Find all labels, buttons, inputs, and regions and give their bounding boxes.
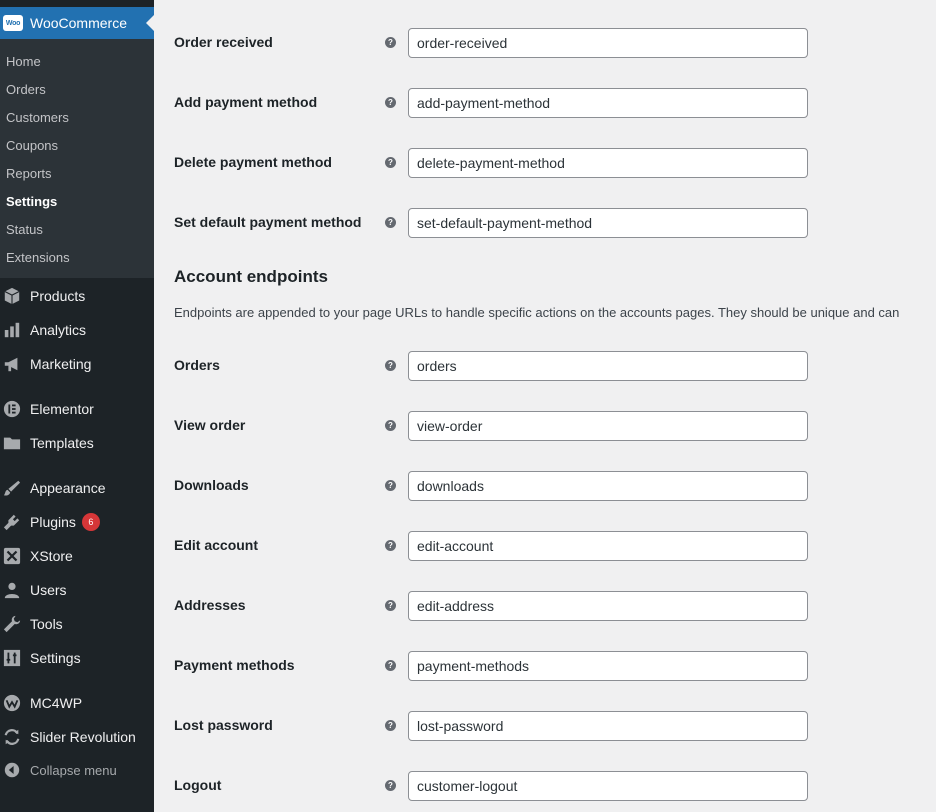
wrench-icon	[2, 614, 22, 634]
submenu-item-reports[interactable]: Reports	[6, 166, 52, 181]
menu-label-analytics: Analytics	[30, 322, 87, 338]
section-title-account-endpoints: Account endpoints	[174, 267, 328, 286]
menu-label-slider-revolution: Slider Revolution	[30, 729, 136, 745]
set-default-payment-method-endpoint-input[interactable]	[408, 208, 808, 238]
field-label-payment-methods: Payment methods	[174, 657, 295, 673]
addresses-endpoint-input[interactable]	[408, 591, 808, 621]
menu-item-tools[interactable]: Tools	[0, 607, 154, 641]
orders-endpoint-input[interactable]	[408, 351, 808, 381]
xstore-icon	[2, 546, 22, 566]
help-tip-icon[interactable]: ?	[385, 660, 396, 671]
field-label-addresses: Addresses	[174, 597, 246, 613]
menu-item-appearance[interactable]: Appearance	[0, 471, 154, 505]
menu-label-appearance: Appearance	[30, 480, 106, 496]
help-tip-icon[interactable]: ?	[385, 217, 396, 228]
help-tip-icon[interactable]: ?	[385, 97, 396, 108]
collapse-menu-button[interactable]: Collapse menu	[0, 753, 154, 787]
menu-item-woocommerce[interactable]: Woo WooCommerce	[0, 7, 154, 39]
menu-item-slider-revolution[interactable]: Slider Revolution	[0, 720, 154, 754]
paintbrush-icon	[2, 478, 22, 498]
submenu-item-extensions[interactable]: Extensions	[6, 250, 70, 265]
submenu-item-home[interactable]: Home	[6, 54, 41, 69]
submenu-item-status[interactable]: Status	[6, 222, 43, 237]
menu-label-marketing: Marketing	[30, 356, 92, 372]
plugins-update-badge: 6	[81, 513, 100, 531]
menu-label-collapse: Collapse menu	[30, 762, 117, 778]
view-order-endpoint-input[interactable]	[408, 411, 808, 441]
elementor-icon	[2, 399, 22, 419]
section-description: Endpoints are appended to your page URLs…	[174, 305, 900, 320]
menu-item-xstore[interactable]: XStore	[0, 539, 154, 573]
menu-item-plugins[interactable]: Plugins 6	[0, 505, 154, 539]
field-label-lost-password: Lost password	[174, 717, 273, 733]
folder-icon	[2, 433, 22, 453]
cube-icon	[2, 286, 22, 306]
menu-item-mc4wp[interactable]: MC4WP	[0, 686, 154, 720]
menu-label-xstore: XStore	[30, 548, 73, 564]
logout-endpoint-input[interactable]	[408, 771, 808, 801]
menu-label-woocommerce: WooCommerce	[30, 15, 127, 31]
menu-label-mc4wp: MC4WP	[30, 695, 83, 711]
help-tip-icon[interactable]: ?	[385, 780, 396, 791]
submenu-item-orders[interactable]: Orders	[6, 82, 46, 97]
field-label-add-payment-method: Add payment method	[174, 94, 318, 110]
woocommerce-icon: Woo	[3, 15, 23, 31]
submenu-item-settings[interactable]: Settings	[6, 194, 57, 209]
payment-methods-endpoint-input[interactable]	[408, 651, 808, 681]
submenu-item-customers[interactable]: Customers	[6, 110, 69, 125]
bar-chart-icon	[2, 320, 22, 340]
order-received-endpoint-input[interactable]	[408, 28, 808, 58]
menu-item-analytics[interactable]: Analytics	[0, 313, 154, 347]
field-label-logout: Logout	[174, 777, 222, 793]
megaphone-icon	[2, 354, 22, 374]
field-label-orders: Orders	[174, 357, 220, 373]
field-label-set-default-payment-method: Set default payment method	[174, 214, 362, 230]
menu-label-settings: Settings	[30, 650, 81, 666]
menu-label-templates: Templates	[30, 435, 94, 451]
woocommerce-submenu: Home Orders Customers Coupons Reports Se…	[0, 39, 154, 278]
menu-label-users: Users	[30, 582, 67, 598]
menu-item-products[interactable]: Products	[0, 279, 154, 313]
field-label-downloads: Downloads	[174, 477, 249, 493]
submenu-item-coupons[interactable]: Coupons	[6, 138, 58, 153]
field-label-order-received: Order received	[174, 34, 273, 50]
mc4wp-icon	[2, 693, 22, 713]
refresh-icon	[2, 727, 22, 747]
lost-password-endpoint-input[interactable]	[408, 711, 808, 741]
plug-icon	[2, 512, 22, 532]
menu-label-tools: Tools	[30, 616, 63, 632]
help-tip-icon[interactable]: ?	[385, 360, 396, 371]
help-tip-icon[interactable]: ?	[385, 480, 396, 491]
admin-sidebar: Woo WooCommerce Home Orders Customers Co…	[0, 0, 154, 812]
menu-item-users[interactable]: Users	[0, 573, 154, 607]
field-label-view-order: View order	[174, 417, 246, 433]
menu-item-settings[interactable]: Settings	[0, 641, 154, 675]
user-icon	[2, 580, 22, 600]
collapse-arrow-icon	[2, 760, 22, 780]
settings-sliders-icon	[2, 648, 22, 668]
field-label-delete-payment-method: Delete payment method	[174, 154, 332, 170]
add-payment-method-endpoint-input[interactable]	[408, 88, 808, 118]
help-tip-icon[interactable]: ?	[385, 600, 396, 611]
help-tip-icon[interactable]: ?	[385, 157, 396, 168]
current-menu-arrow	[146, 15, 154, 31]
menu-label-products: Products	[30, 288, 86, 304]
help-tip-icon[interactable]: ?	[385, 720, 396, 731]
delete-payment-method-endpoint-input[interactable]	[408, 148, 808, 178]
menu-item-elementor[interactable]: Elementor	[0, 392, 154, 426]
settings-main-content: Order received ? Add payment method ? De…	[154, 0, 936, 812]
menu-item-marketing[interactable]: Marketing	[0, 347, 154, 381]
help-tip-icon[interactable]: ?	[385, 420, 396, 431]
menu-label-plugins: Plugins	[30, 514, 76, 530]
downloads-endpoint-input[interactable]	[408, 471, 808, 501]
menu-item-templates[interactable]: Templates	[0, 426, 154, 460]
edit-account-endpoint-input[interactable]	[408, 531, 808, 561]
menu-label-elementor: Elementor	[30, 401, 94, 417]
help-tip-icon[interactable]: ?	[385, 540, 396, 551]
field-label-edit-account: Edit account	[174, 537, 259, 553]
help-tip-icon[interactable]: ?	[385, 37, 396, 48]
